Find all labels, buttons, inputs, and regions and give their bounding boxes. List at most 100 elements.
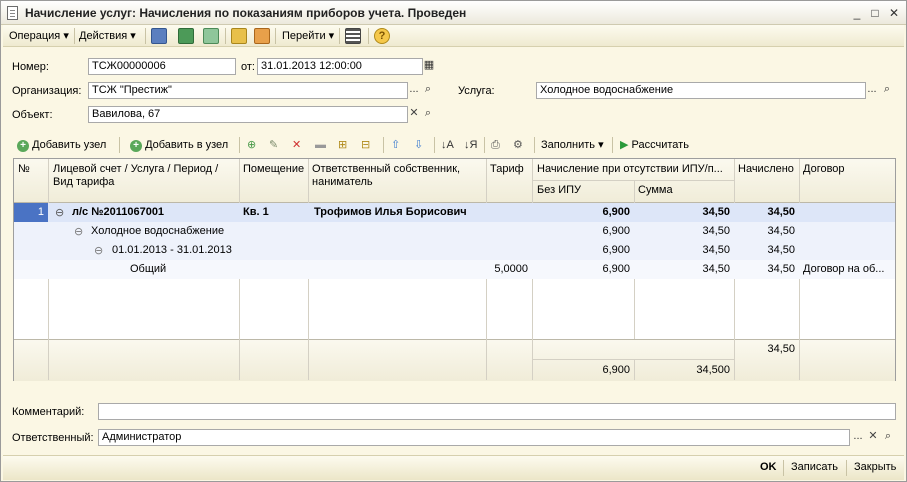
dropdown-arrow-icon: ▾ xyxy=(130,30,136,42)
clear-icon[interactable]: ✕ xyxy=(407,106,421,123)
collapse-icon[interactable]: ⊖ xyxy=(55,206,64,219)
table-row[interactable]: ⊖ 01.01.2013 - 31.01.2013 6,900 34,50 34… xyxy=(14,241,895,260)
column-header-owner[interactable]: Ответственный собственник, наниматель xyxy=(312,163,484,189)
owner-cell: Трофимов Илья Борисович xyxy=(314,206,467,218)
end-edit-icon[interactable]: ▬ xyxy=(315,137,326,153)
object-field[interactable]: Вавилова, 67 xyxy=(88,106,408,123)
sum-cell: 34,50 xyxy=(702,225,730,237)
bottom-bar: OK Записать Закрыть xyxy=(3,455,904,480)
column-header-premises[interactable]: Помещение xyxy=(243,163,304,175)
accrued-cell: 34,50 xyxy=(767,263,795,275)
maximize-button[interactable]: □ xyxy=(867,5,883,21)
column-header-tariff[interactable]: Тариф xyxy=(490,163,524,175)
table-icon[interactable] xyxy=(345,28,361,44)
sum-total: 34,500 xyxy=(696,364,730,376)
collapse-icon[interactable]: ⊖ xyxy=(94,244,103,257)
column-header-account[interactable]: Лицевой счет / Услуга / Период / Вид тар… xyxy=(53,163,239,189)
dropdown-arrow-icon: ▾ xyxy=(63,30,69,42)
post-and-close-icon[interactable] xyxy=(151,28,167,44)
accruals-table[interactable]: № Лицевой счет / Услуга / Период / Вид т… xyxy=(13,158,896,381)
tariff-cell: 5,0000 xyxy=(494,263,528,275)
fill-menu[interactable]: Заполнить ▾ xyxy=(541,137,604,153)
move-down-icon[interactable]: ⇩ xyxy=(414,137,423,153)
settings-icon[interactable]: ⚙ xyxy=(513,137,523,153)
post-icon[interactable] xyxy=(178,28,194,44)
select-button[interactable]: ... xyxy=(865,82,879,99)
account-cell: л/с №2011067001 xyxy=(72,206,165,218)
account-cell: Общий xyxy=(130,263,167,275)
column-header-accrued[interactable]: Начислено xyxy=(738,163,794,175)
operation-menu[interactable]: Операция ▾ xyxy=(9,28,69,44)
accrued-cell: 34,50 xyxy=(767,206,795,218)
refresh-icon[interactable] xyxy=(203,28,219,44)
move-up-icon[interactable]: ⇧ xyxy=(391,137,400,153)
number-field[interactable]: ТСЖ00000006 xyxy=(88,58,236,75)
edit-icon[interactable]: ✎ xyxy=(269,137,278,153)
dropdown-arrow-icon: ▾ xyxy=(328,30,335,42)
collapse-tree-icon[interactable]: ⊟ xyxy=(361,137,370,153)
responsible-label: Ответственный: xyxy=(12,432,94,444)
table-row[interactable]: Общий 5,0000 6,900 34,50 34,50 Договор н… xyxy=(14,260,895,279)
dropdown-arrow-icon: ▾ xyxy=(598,139,604,151)
search-icon[interactable]: ⌕ xyxy=(421,82,435,99)
without-ipu-cell: 6,900 xyxy=(602,263,630,275)
delete-icon[interactable]: ✕ xyxy=(292,137,301,153)
search-icon[interactable]: ⌕ xyxy=(421,106,435,123)
calendar-icon[interactable]: ▦ xyxy=(422,58,436,75)
sum-cell: 34,50 xyxy=(702,206,730,218)
expand-tree-icon[interactable]: ⊞ xyxy=(338,137,347,153)
select-button[interactable]: ... xyxy=(407,82,421,99)
document-window: Начисление услуг: Начисления по показани… xyxy=(0,0,907,482)
account-cell: 01.01.2013 - 31.01.2013 xyxy=(112,244,232,256)
without-ipu-cell: 6,900 xyxy=(602,225,630,237)
table-row[interactable]: ⊖ Холодное водоснабжение 6,900 34,50 34,… xyxy=(14,222,895,241)
sum-cell: 34,50 xyxy=(702,263,730,275)
date-field[interactable]: 31.01.2013 12:00:00 xyxy=(257,58,423,75)
select-button[interactable]: ... xyxy=(851,429,865,446)
accrued-total: 34,50 xyxy=(767,343,795,355)
actions-menu[interactable]: Действия ▾ xyxy=(79,28,136,44)
contract-cell: Договор на об... xyxy=(803,263,885,275)
column-header-num[interactable]: № xyxy=(18,163,30,175)
number-label: Номер: xyxy=(12,61,49,73)
without-ipu-cell: 6,900 xyxy=(602,206,630,218)
sort-descending-icon[interactable]: ↓Я xyxy=(464,137,477,153)
column-header-accrual-group[interactable]: Начисление при отсутствии ИПУ/п... xyxy=(537,163,732,175)
responsible-field[interactable]: Администратор xyxy=(98,429,850,446)
ok-button[interactable]: OK xyxy=(760,461,777,473)
calculate-button[interactable]: ▶ Рассчитать xyxy=(620,137,689,153)
minimize-button[interactable]: _ xyxy=(849,5,865,21)
help-icon[interactable]: ? xyxy=(374,28,390,44)
accrued-cell: 34,50 xyxy=(767,244,795,256)
close-window-button[interactable]: ✕ xyxy=(886,5,902,21)
add-node-button[interactable]: + Добавить узел xyxy=(17,137,106,153)
add-into-node-button[interactable]: + Добавить в узел xyxy=(130,137,228,153)
organization-field[interactable]: ТСЖ "Престиж" xyxy=(88,82,408,99)
service-field[interactable]: Холодное водоснабжение xyxy=(536,82,866,99)
close-button[interactable]: Закрыть xyxy=(854,461,896,473)
row-number: 1 xyxy=(14,203,48,222)
goto-menu[interactable]: Перейти ▾ xyxy=(282,28,334,44)
add-icon: + xyxy=(130,140,142,152)
search-icon[interactable]: ⌕ xyxy=(880,82,894,99)
column-header-sum[interactable]: Сумма xyxy=(638,184,673,196)
collapse-icon[interactable]: ⊖ xyxy=(74,225,83,238)
column-header-contract[interactable]: Договор xyxy=(803,163,845,175)
comment-label: Комментарий: xyxy=(12,406,85,418)
account-cell: Холодное водоснабжение xyxy=(91,225,225,237)
accrued-cell: 34,50 xyxy=(767,225,795,237)
save-button[interactable]: Записать xyxy=(791,461,838,473)
print-icon[interactable] xyxy=(231,28,247,44)
column-header-without-ipu[interactable]: Без ИПУ xyxy=(537,184,581,196)
structure-icon[interactable] xyxy=(254,28,270,44)
comment-field[interactable] xyxy=(98,403,896,420)
date-label: от: xyxy=(241,61,255,73)
object-label: Объект: xyxy=(12,109,53,121)
copy-row-icon[interactable]: ⊕ xyxy=(247,137,256,153)
print-table-icon[interactable]: ⎙ xyxy=(491,137,500,153)
search-icon[interactable]: ⌕ xyxy=(881,429,895,446)
table-row[interactable]: 1 ⊖ л/с №2011067001 Кв. 1 Трофимов Илья … xyxy=(14,203,895,222)
sort-ascending-icon[interactable]: ↓A xyxy=(441,137,454,153)
clear-icon[interactable]: ✕ xyxy=(866,429,880,446)
without-ipu-total: 6,900 xyxy=(602,364,630,376)
